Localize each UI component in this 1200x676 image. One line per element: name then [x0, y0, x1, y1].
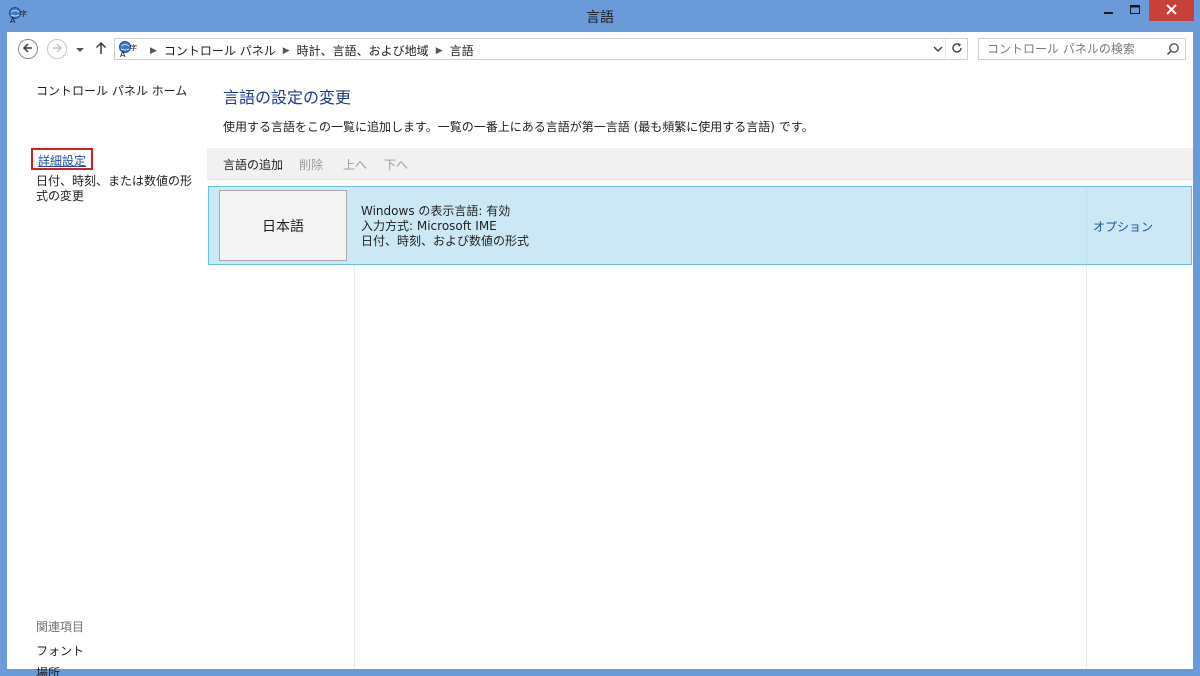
- language-region-icon: A 字: [118, 40, 138, 59]
- minimize-button[interactable]: [1095, 0, 1122, 21]
- search-input[interactable]: [979, 39, 1159, 59]
- maximize-button[interactable]: [1122, 0, 1148, 21]
- navigation-bar: A 字 ▶ コントロール パネル ▶ 時計、言語、および地域 ▶ 言語: [7, 32, 1193, 66]
- page-title: 言語の設定の変更: [223, 88, 352, 107]
- page-description: 使用する言語をこの一覧に追加します。一覧の一番上にある言語が第一言語 (最も頻繁…: [223, 120, 814, 134]
- date-time-number-format: 日付、時刻、および数値の形式: [361, 234, 530, 248]
- input-method: 入力方式: Microsoft IME: [361, 219, 497, 233]
- back-button[interactable]: [18, 39, 38, 59]
- arrow-left-icon: [22, 42, 34, 57]
- search-icon[interactable]: [1166, 42, 1180, 56]
- language-name-tile[interactable]: 日本語: [219, 190, 347, 261]
- minimize-icon: [1103, 4, 1114, 18]
- chevron-down-icon: [76, 42, 84, 56]
- breadcrumb-clock-language-region[interactable]: 時計、言語、および地域: [297, 42, 429, 59]
- location-link[interactable]: 場所: [36, 664, 60, 676]
- forward-button[interactable]: [47, 39, 67, 59]
- refresh-button[interactable]: [945, 39, 967, 59]
- search-box[interactable]: [978, 38, 1186, 60]
- refresh-icon: [951, 42, 963, 57]
- chevron-right-icon[interactable]: ▶: [436, 46, 443, 56]
- breadcrumb-language[interactable]: 言語: [450, 42, 474, 59]
- change-date-format-link[interactable]: 日付、時刻、または数値の形式の変更: [36, 174, 202, 204]
- breadcrumb: ▶ コントロール パネル ▶ 時計、言語、および地域 ▶ 言語: [143, 42, 474, 59]
- fonts-link[interactable]: フォント: [36, 642, 84, 659]
- window-title: 言語: [586, 10, 614, 26]
- related-header: 関連項目: [36, 620, 85, 634]
- address-bar[interactable]: A 字 ▶ コントロール パネル ▶ 時計、言語、および地域 ▶ 言語: [114, 38, 968, 60]
- breadcrumb-control-panel[interactable]: コントロール パネル: [164, 42, 276, 59]
- arrow-right-icon: [51, 42, 63, 57]
- close-icon: [1166, 3, 1177, 18]
- row-divider: [1086, 187, 1087, 264]
- remove-language-button[interactable]: 削除: [299, 156, 323, 173]
- left-pane: コントロール パネル ホーム 詳細設定 日付、時刻、または数値の形式の変更 関連…: [7, 66, 207, 676]
- recent-locations-button[interactable]: [73, 40, 87, 58]
- move-down-button[interactable]: 下へ: [384, 156, 408, 173]
- chevron-right-icon[interactable]: ▶: [283, 46, 290, 56]
- title-bar: A 字 言語: [0, 0, 1200, 32]
- close-button[interactable]: [1149, 0, 1194, 21]
- move-up-button[interactable]: 上へ: [343, 156, 367, 173]
- window-body: A 字 ▶ コントロール パネル ▶ 時計、言語、および地域 ▶ 言語 コントロ…: [7, 32, 1193, 676]
- advanced-settings-link[interactable]: 詳細設定: [31, 148, 94, 170]
- arrow-up-icon: [95, 41, 107, 58]
- chevron-right-icon[interactable]: ▶: [150, 46, 157, 56]
- language-options-link[interactable]: オプション: [1093, 218, 1153, 235]
- address-history-button[interactable]: [931, 42, 945, 56]
- svg-text:A: A: [120, 50, 126, 58]
- main-content: 言語の設定の変更 使用する言語をこの一覧に追加します。一覧の一番上にある言語が第…: [207, 66, 1193, 669]
- language-row-japanese[interactable]: 日本語 Windows の表示言語: 有効 入力方式: Microsoft IM…: [208, 186, 1192, 265]
- language-details: Windows の表示言語: 有効 入力方式: Microsoft IME 日付…: [361, 204, 529, 249]
- add-language-button[interactable]: 言語の追加: [223, 156, 283, 173]
- chevron-down-icon: [933, 42, 943, 56]
- display-language-status: Windows の表示言語: 有効: [361, 204, 511, 218]
- language-toolbar: 言語の追加 削除 上へ 下へ: [207, 148, 1193, 180]
- language-list: 日本語 Windows の表示言語: 有効 入力方式: Microsoft IM…: [207, 186, 1193, 669]
- up-button[interactable]: [93, 40, 109, 58]
- control-panel-home-link[interactable]: コントロール パネル ホーム: [36, 82, 187, 99]
- svg-text:字: 字: [130, 43, 137, 52]
- maximize-icon: [1129, 4, 1141, 18]
